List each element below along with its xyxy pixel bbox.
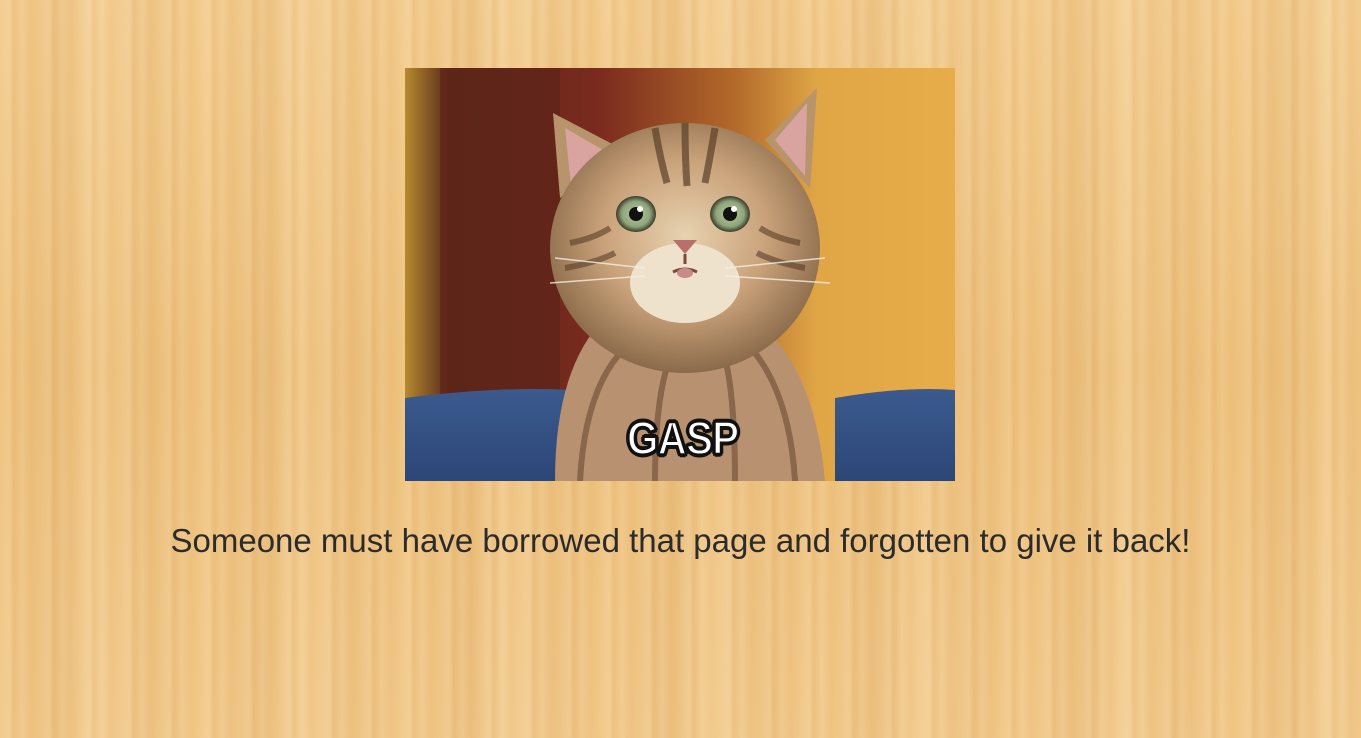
kitten-image: GASP: [405, 68, 955, 481]
not-found-message: Someone must have borrowed that page and…: [170, 522, 1191, 559]
meme-caption: GASP: [626, 412, 740, 464]
error-page: GASP Someone must have borrowed that pag…: [0, 0, 1361, 738]
